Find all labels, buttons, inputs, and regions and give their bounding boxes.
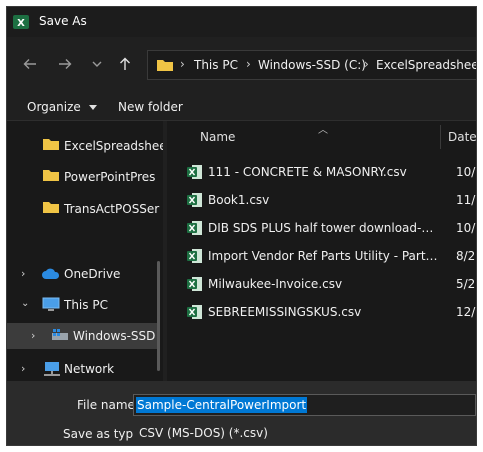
excel-file-icon (187, 165, 202, 179)
excel-file-icon (187, 305, 202, 319)
file-date: 10/10 (456, 165, 476, 179)
caret-down-icon (88, 104, 97, 110)
folder-icon (157, 60, 173, 71)
navigation-pane: ExcelSpreadshee PowerPointPres TransActP… (7, 121, 163, 381)
file-date: 5/29/ (456, 277, 476, 291)
sidebar-item-label: PowerPointPres (64, 170, 156, 184)
file-date: 10/25 (456, 221, 476, 235)
excel-file-icon (187, 193, 202, 207)
excel-file-icon (187, 277, 202, 291)
excel-file-icon (187, 221, 202, 235)
column-divider[interactable] (440, 125, 441, 149)
excel-file-icon (187, 249, 202, 263)
window-title: Save As (39, 14, 87, 28)
sidebar-item-transactposser[interactable]: TransActPOSSer (7, 196, 160, 222)
breadcrumb-separator: › (180, 57, 185, 71)
sort-ascending-icon: ︿ (318, 125, 328, 136)
file-row[interactable]: DIB SDS PLUS half tower download-2021-..… (187, 216, 476, 240)
folder-icon (43, 170, 59, 181)
monitor-icon (42, 297, 60, 311)
column-header-date[interactable]: Date (448, 130, 476, 144)
file-name-input[interactable]: Sample-CentralPowerImport (133, 394, 476, 416)
file-name: DIB SDS PLUS half tower download-2021-..… (208, 221, 438, 235)
back-button[interactable] (17, 51, 43, 77)
file-row[interactable]: Milwaukee-Invoice.csv 5/29/ (187, 272, 476, 296)
file-date: 11/28 (456, 193, 476, 207)
file-list: ︿ Name Date 111 - CONCRETE & MASONRY.csv… (167, 121, 476, 381)
breadcrumb-separator: › (364, 57, 369, 71)
file-name-label: File name: (77, 398, 139, 412)
organize-button[interactable]: Organize (27, 100, 97, 114)
folder-icon (43, 139, 59, 150)
breadcrumb-separator: › (246, 57, 251, 71)
sidebar-item-powerpointpres[interactable]: PowerPointPres (7, 164, 157, 190)
sidebar-item-onedrive[interactable]: › OneDrive (7, 261, 157, 287)
sidebar-item-label: Network (64, 362, 115, 376)
sidebar-item-label: This PC (64, 298, 108, 312)
save-type-value: CSV (MS-DOS) (*.csv) (139, 426, 268, 440)
breadcrumb-this-pc[interactable]: This PC (194, 58, 238, 72)
column-header-name[interactable]: Name (200, 130, 235, 144)
file-row[interactable]: 111 - CONCRETE & MASONRY.csv 10/10 (187, 160, 476, 184)
arrow-left-icon (23, 59, 36, 69)
new-folder-button[interactable]: New folder (118, 100, 183, 114)
up-button[interactable] (112, 51, 138, 77)
file-date: 8/26/ (456, 249, 476, 263)
sidebar-item-label: OneDrive (64, 267, 121, 281)
file-name: SEBREEMISSINGSKUS.csv (208, 305, 362, 319)
title-bar: X Save As (7, 7, 476, 37)
arrow-right-icon (59, 59, 72, 69)
navigation-bar: › This PC › Windows-SSD (C:) › ExcelSpre… (7, 47, 476, 83)
file-name: Book1.csv (208, 193, 270, 207)
sidebar-item-this-pc[interactable]: ⌄ This PC (7, 292, 157, 318)
breadcrumb-excelspreadsheets[interactable]: ExcelSpreadsheets (376, 58, 476, 72)
chevron-down-icon[interactable]: ⌄ (21, 298, 29, 309)
file-row[interactable]: Import Vendor Ref Parts Utility - Part N… (187, 244, 476, 268)
file-name: Milwaukee-Invoice.csv (208, 277, 343, 291)
file-name: Import Vendor Ref Parts Utility - Part N… (208, 249, 438, 263)
network-icon (44, 362, 60, 376)
chevron-right-icon[interactable]: › (21, 267, 25, 280)
forward-button[interactable] (52, 51, 78, 77)
save-as-dialog: X Save As › This PC › Windows-SSD (C:) ›… (6, 6, 477, 446)
excel-icon: X (13, 15, 29, 29)
cloud-icon (42, 268, 60, 279)
svg-text:X: X (17, 18, 25, 29)
sidebar-item-excelspreadsheets[interactable]: ExcelSpreadshee (7, 133, 163, 159)
recent-locations-button[interactable] (84, 51, 110, 77)
save-type-select[interactable]: CSV (MS-DOS) (*.csv) (133, 423, 476, 445)
file-name: 111 - CONCRETE & MASONRY.csv (208, 165, 407, 179)
file-date: 12/8/ (456, 305, 476, 319)
breadcrumb-windows-ssd[interactable]: Windows-SSD (C:) (258, 58, 366, 72)
address-bar[interactable]: › This PC › Windows-SSD (C:) › ExcelSpre… (147, 50, 476, 80)
sidebar-item-windows-ssd[interactable]: › Windows-SSD (7, 323, 157, 349)
arrow-up-icon (120, 57, 130, 70)
file-name-value: Sample-CentralPowerImport (136, 397, 308, 413)
sidebar-item-label: Windows-SSD (73, 329, 156, 343)
chevron-right-icon[interactable]: › (31, 329, 35, 342)
sidebar-item-label: ExcelSpreadshee (64, 139, 163, 153)
chevron-right-icon[interactable]: › (21, 362, 25, 375)
drive-icon (52, 329, 68, 340)
chevron-down-icon (92, 61, 102, 67)
organize-label: Organize (27, 100, 81, 114)
sidebar-scrollbar[interactable] (157, 261, 160, 371)
file-row[interactable]: SEBREEMISSINGSKUS.csv 12/8/ (187, 300, 476, 324)
folder-icon (43, 202, 59, 213)
save-options-panel: File name: Sample-CentralPowerImport Sav… (7, 381, 476, 445)
sidebar-item-label: TransActPOSSer (64, 202, 160, 216)
sidebar-item-network[interactable]: › Network (7, 356, 157, 381)
file-row[interactable]: Book1.csv 11/28 (187, 188, 476, 212)
command-bar: Organize New folder (7, 95, 476, 121)
